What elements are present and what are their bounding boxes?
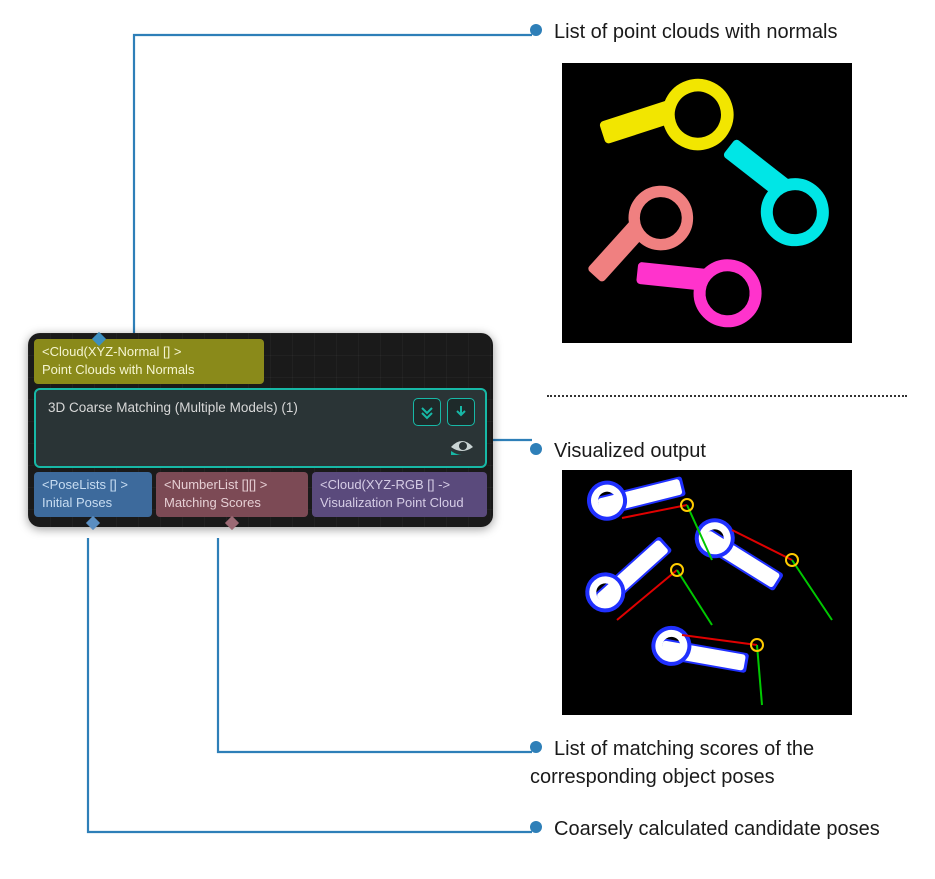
node-title: 3D Coarse Matching (Multiple Models) (1)	[48, 400, 473, 415]
node-body[interactable]: 3D Coarse Matching (Multiple Models) (1)	[34, 388, 487, 468]
bullet-icon	[530, 741, 542, 753]
chevron-double-down-icon	[419, 404, 435, 420]
expand-button[interactable]	[413, 398, 441, 426]
annotation-visualized-output: Visualized output	[530, 437, 706, 465]
visualize-toggle[interactable]	[449, 435, 475, 460]
input-port-point-clouds[interactable]: <Cloud(XYZ-Normal [] > Point Clouds with…	[34, 339, 264, 384]
output-port-label: Matching Scores	[164, 494, 300, 512]
output-port-label: Initial Poses	[42, 494, 144, 512]
input-port-label: Point Clouds with Normals	[42, 361, 256, 379]
pose-axes-icon	[562, 470, 852, 715]
bullet-icon	[530, 24, 542, 36]
step-node: <Cloud(XYZ-Normal [] > Point Clouds with…	[28, 333, 493, 527]
annotation-text: Coarsely calculated candidate poses	[554, 818, 880, 840]
annotation-candidate-poses: Coarsely calculated candidate poses	[530, 815, 880, 843]
download-icon	[453, 404, 469, 420]
input-port-type: <Cloud(XYZ-Normal [] >	[42, 343, 256, 361]
divider	[547, 395, 907, 397]
output-port-type: <PoseLists [] >	[42, 476, 144, 494]
annotation-matching-scores: List of matching scores of the correspon…	[530, 735, 890, 791]
annotation-text: List of point clouds with normals	[554, 21, 837, 43]
output-port-visualization[interactable]: <Cloud(XYZ-RGB [] -> Visualization Point…	[312, 472, 487, 517]
output-port-initial-poses[interactable]: <PoseLists [] > Initial Poses	[34, 472, 152, 517]
output-port-label: Visualization Point Cloud	[320, 494, 479, 512]
thumbnail-visualized-output	[562, 470, 852, 715]
output-port-matching-scores[interactable]: <NumberList [][] > Matching Scores	[156, 472, 308, 517]
eye-icon	[449, 435, 475, 455]
bullet-icon	[530, 443, 542, 455]
annotation-input: List of point clouds with normals	[530, 18, 837, 46]
output-port-type: <NumberList [][] >	[164, 476, 300, 494]
annotation-text: Visualized output	[554, 440, 706, 462]
output-port-type: <Cloud(XYZ-RGB [] ->	[320, 476, 479, 494]
bullet-icon	[530, 821, 542, 833]
thumbnail-input-clouds	[562, 63, 852, 343]
annotation-text: List of matching scores of the correspon…	[530, 738, 814, 788]
download-button[interactable]	[447, 398, 475, 426]
